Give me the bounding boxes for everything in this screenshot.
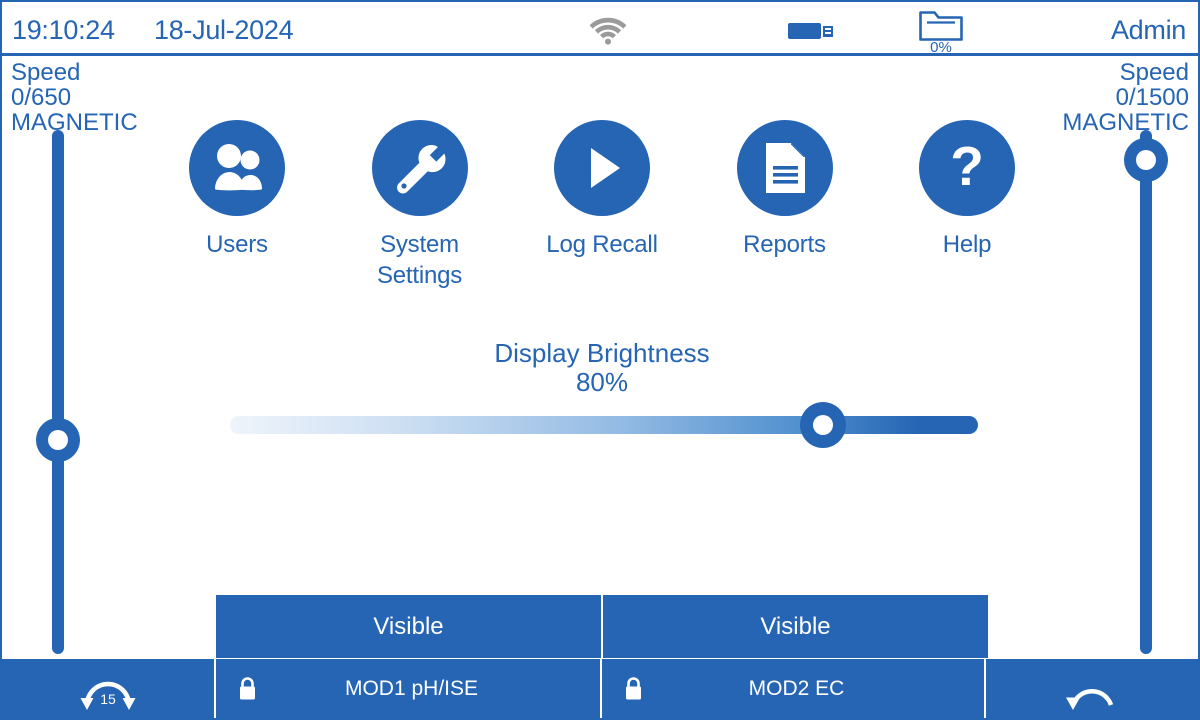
left-channel-readout: Speed 0/650 MAGNETIC	[11, 60, 138, 135]
brightness-value: 80%	[575, 367, 629, 397]
left-channel-value: 0/650	[11, 84, 72, 111]
device-screen: 19:10:24 18-Jul-2024 0% Admin Speed 0/65…	[0, 0, 1200, 720]
menu-item-log-recall[interactable]: Log Recall	[517, 120, 687, 260]
current-user-label[interactable]: Admin	[1111, 15, 1186, 46]
svg-text:?: ?	[950, 138, 984, 197]
module2-button[interactable]: MOD2 EC	[600, 659, 986, 718]
timeout-button[interactable]: 15	[2, 659, 214, 718]
wifi-icon	[588, 15, 628, 45]
menu-item-system-settings-label: System Settings	[376, 231, 463, 289]
left-speed-slider-track[interactable]	[52, 130, 64, 654]
brightness-slider-track[interactable]	[230, 416, 978, 434]
folder-percent-label: 0%	[930, 39, 952, 56]
mod2-visible-button[interactable]: Visible	[603, 595, 988, 658]
module1-button[interactable]: MOD1 pH/ISE	[214, 659, 600, 718]
left-speed-slider[interactable]	[36, 130, 80, 654]
question-mark-icon: ?	[919, 120, 1015, 216]
menu-item-users[interactable]: Users	[152, 120, 322, 260]
brightness-control: Display Brightness 80%	[202, 338, 1002, 396]
back-arrow-icon	[1066, 688, 1114, 710]
lock-icon	[240, 676, 255, 699]
menu-item-reports-label: Reports	[743, 231, 826, 258]
document-icon	[736, 120, 833, 216]
status-bar: 19:10:24 18-Jul-2024 0% Admin	[2, 2, 1198, 56]
play-icon	[554, 120, 650, 216]
users-icon	[189, 120, 285, 216]
right-channel-title: Speed	[1119, 59, 1189, 86]
right-channel-readout: Speed 0/1500 MAGNETIC	[1062, 60, 1189, 135]
menu-item-system-settings[interactable]: System Settings	[335, 120, 505, 291]
folder-status: 0%	[910, 6, 972, 56]
menu-item-reports[interactable]: Reports	[700, 120, 870, 260]
brightness-title: Display Brightness	[494, 338, 710, 368]
menu-item-help-label: Help	[942, 231, 992, 258]
bottom-bar: 15 MOD1 pH/ISE MOD2 EC	[2, 659, 1198, 718]
usb-drive-icon	[788, 23, 836, 39]
menu-item-users-label: Users	[206, 231, 268, 258]
module1-label: MOD1 pH/ISE	[344, 676, 479, 700]
folder-icon	[919, 11, 963, 41]
date-display: 18-Jul-2024	[154, 15, 294, 45]
mod1-visible-button[interactable]: Visible	[216, 595, 601, 658]
lock-icon	[626, 676, 641, 699]
right-speed-slider-handle[interactable]	[1124, 138, 1168, 182]
back-button[interactable]	[986, 659, 1198, 718]
clock-display: 19:10:24	[12, 15, 115, 45]
wrench-icon	[371, 120, 468, 216]
main-menu: Users System Settings Log Recall Reports…	[152, 120, 1052, 290]
right-channel-value: 0/1500	[1115, 84, 1189, 111]
timeout-seconds-label: 15	[100, 690, 116, 707]
right-speed-slider-track[interactable]	[1140, 130, 1152, 654]
left-speed-slider-handle[interactable]	[36, 418, 80, 462]
left-channel-title: Speed	[11, 59, 81, 86]
timeout-arc-icon: 15	[77, 665, 139, 713]
brightness-slider[interactable]	[230, 402, 978, 448]
brightness-slider-handle[interactable]	[800, 402, 846, 448]
menu-item-help[interactable]: ? Help	[882, 120, 1052, 260]
module2-label: MOD2 EC	[748, 676, 845, 700]
menu-item-log-recall-label: Log Recall	[546, 231, 658, 258]
right-speed-slider[interactable]	[1124, 130, 1168, 654]
